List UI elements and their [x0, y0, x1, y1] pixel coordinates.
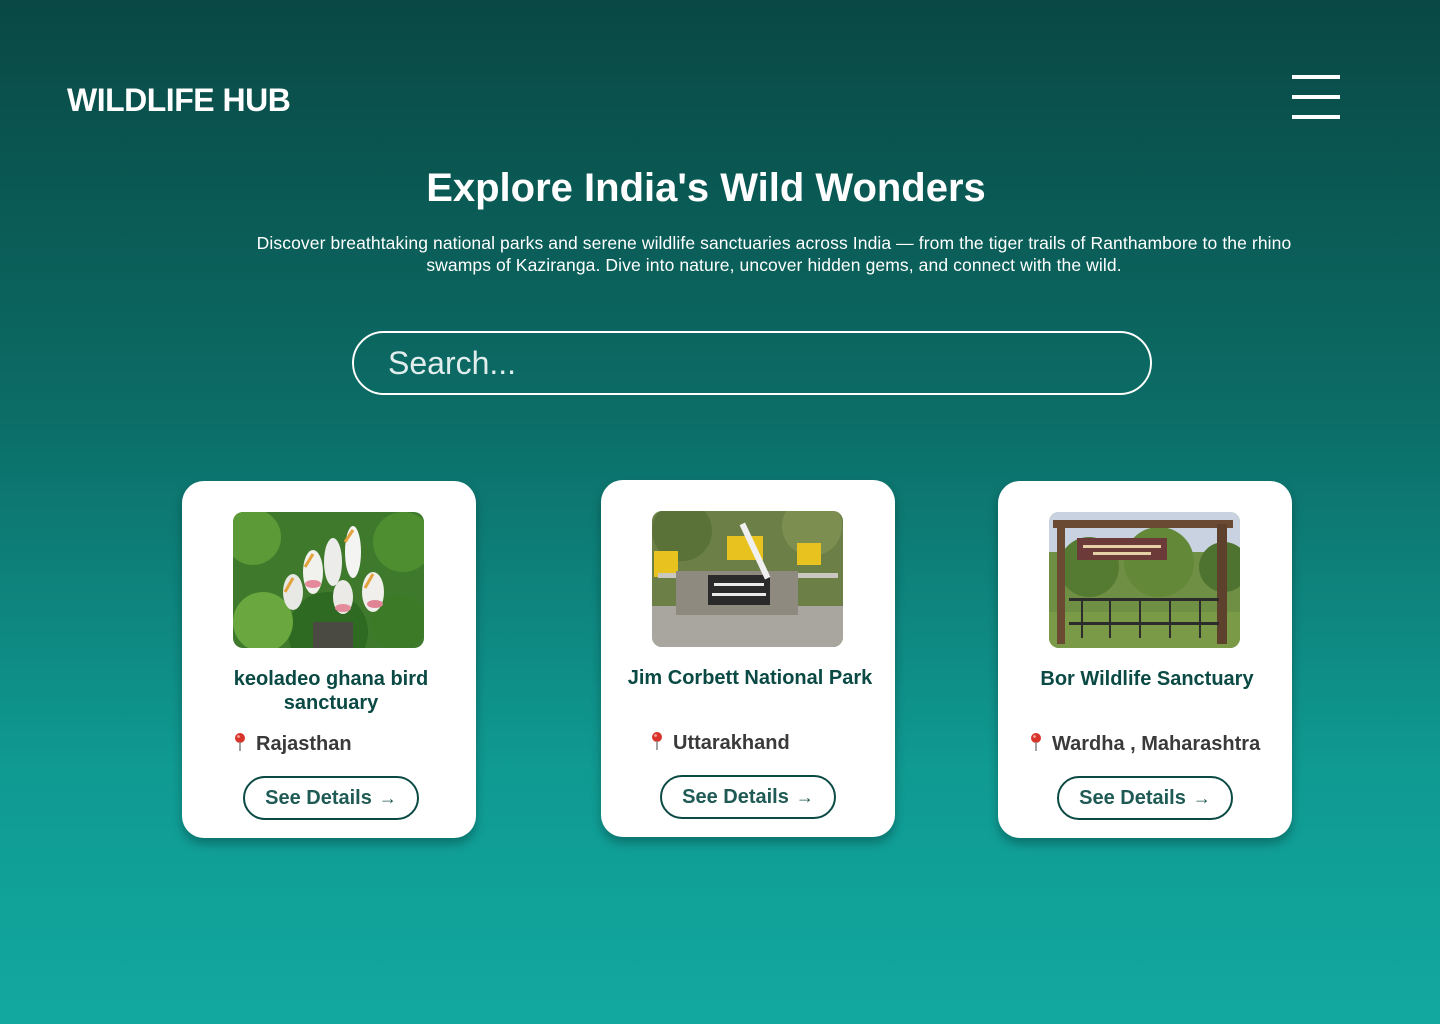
location-text: Wardha , Maharashtra [1052, 733, 1261, 755]
park-image-bor [1049, 512, 1240, 648]
see-details-button[interactable]: See Details → [1057, 776, 1233, 820]
see-details-button[interactable]: See Details → [660, 775, 836, 819]
search-input[interactable] [352, 331, 1152, 395]
arrow-right-icon: → [795, 786, 814, 807]
park-card-keoladeo: keoladeo ghana bird sanctuary Rajasthan … [182, 481, 476, 838]
map-pin-icon [235, 732, 245, 751]
park-image-keoladeo [233, 512, 424, 648]
hero-subtitle: Discover breathtaking national parks and… [256, 233, 1292, 275]
map-pin-icon [1031, 732, 1041, 751]
corbett-gate-image [652, 511, 843, 647]
see-details-label: See Details [1079, 786, 1186, 809]
hero-title: Explore India's Wild Wonders [426, 166, 986, 210]
park-image-jim-corbett [652, 511, 843, 647]
bor-sanctuary-gate-image [1049, 512, 1240, 648]
hamburger-menu-icon[interactable] [1292, 74, 1340, 122]
arrow-right-icon: → [378, 787, 397, 808]
menu-bar [1292, 115, 1340, 119]
park-location: Wardha , Maharashtra [1029, 732, 1261, 756]
painted-storks-image [233, 512, 424, 648]
see-details-label: See Details [682, 785, 789, 808]
location-text: Uttarakhand [673, 732, 790, 754]
park-card-bor: Bor Wildlife Sanctuary Wardha , Maharash… [998, 481, 1292, 838]
menu-bar [1292, 95, 1340, 99]
brand-logo[interactable]: WILDLIFE HUB [67, 82, 291, 119]
park-title: keoladeo ghana bird sanctuary [233, 668, 429, 714]
park-location: Rajasthan [233, 732, 352, 756]
park-card-jim-corbett: Jim Corbett National Park Uttarakhand Se… [601, 480, 895, 837]
park-title: Jim Corbett National Park [627, 667, 873, 689]
park-location: Uttarakhand [650, 731, 790, 755]
map-pin-icon [652, 731, 662, 750]
park-title: Bor Wildlife Sanctuary [1040, 668, 1254, 690]
location-text: Rajasthan [256, 733, 352, 755]
see-details-button[interactable]: See Details → [243, 776, 419, 820]
menu-bar [1292, 75, 1340, 79]
arrow-right-icon: → [1192, 787, 1211, 808]
see-details-label: See Details [265, 786, 372, 809]
